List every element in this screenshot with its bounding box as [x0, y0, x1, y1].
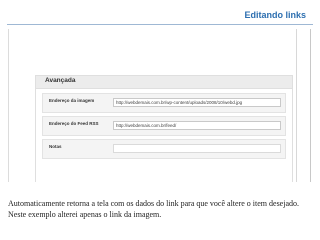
title-underline — [7, 24, 313, 25]
panel-header-text: Avançada — [45, 77, 76, 84]
slide-caption: Automaticamente retorna a tela com os da… — [8, 199, 299, 219]
panel-header[interactable]: Avançada — [36, 76, 292, 89]
notes-label: Notas — [49, 144, 62, 149]
notes-input[interactable] — [113, 144, 281, 153]
row-rss-url: Endereço do Feed RSS http://webdemais.co… — [42, 116, 286, 136]
slide-title: Editando links — [244, 10, 306, 20]
image-url-label: Endereço da imagem — [49, 98, 95, 103]
row-image-url: Endereço da imagem http://webdemais.com.… — [42, 93, 286, 113]
row-notes: Notas — [42, 139, 286, 159]
advanced-panel: Avançada Endereço da imagem http://webde… — [35, 75, 293, 182]
scrollbar-track[interactable] — [296, 29, 303, 182]
screenshot-frame: Avançada Endereço da imagem http://webde… — [8, 29, 311, 182]
rss-url-input[interactable]: http://webdemais.com.br/feed/ — [113, 121, 281, 130]
image-url-input[interactable]: http://webdemais.com.br/wp-content/uploa… — [113, 98, 281, 107]
rss-url-label: Endereço do Feed RSS — [49, 121, 99, 126]
